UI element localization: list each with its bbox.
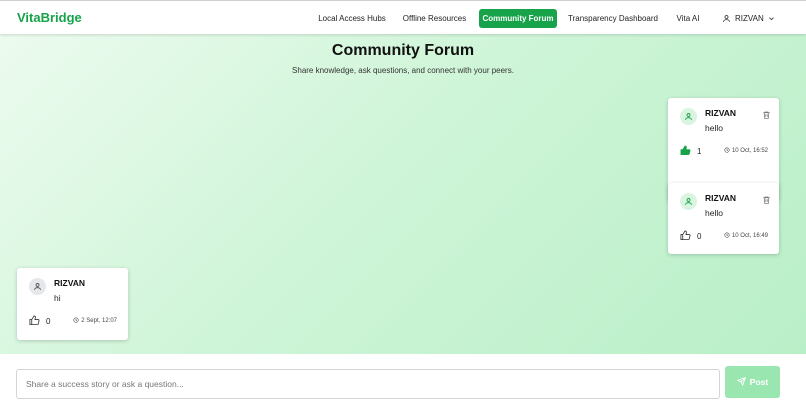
nav-vita-ai[interactable]: Vita AI bbox=[670, 9, 706, 28]
post-button-label: Post bbox=[749, 377, 769, 387]
like-button[interactable]: 0 bbox=[29, 315, 50, 328]
user-icon bbox=[33, 278, 42, 296]
clock-icon bbox=[724, 232, 730, 240]
composer-bar: Post bbox=[0, 354, 806, 410]
post-text: hi bbox=[54, 293, 61, 303]
forum-main: Community Forum Share knowledge, ask que… bbox=[0, 34, 806, 354]
avatar bbox=[680, 108, 697, 125]
like-count: 0 bbox=[697, 232, 702, 241]
clock-icon bbox=[724, 147, 730, 155]
user-icon bbox=[684, 193, 693, 211]
send-icon bbox=[736, 376, 746, 388]
thumbs-up-icon bbox=[680, 145, 691, 158]
avatar bbox=[29, 278, 46, 295]
like-count: 1 bbox=[697, 147, 702, 156]
page-subtitle: Share knowledge, ask questions, and conn… bbox=[292, 66, 514, 75]
clock-icon bbox=[73, 317, 79, 325]
thumbs-up-icon bbox=[680, 230, 691, 243]
post-author: RIZVAN bbox=[705, 193, 737, 203]
user-name: RIZVAN bbox=[735, 14, 764, 23]
post-button[interactable]: Post bbox=[725, 366, 780, 398]
avatar bbox=[680, 193, 697, 210]
brand-logo[interactable]: VitaBridge bbox=[17, 10, 82, 25]
post-timestamp: 2 Sept, 12:07 bbox=[73, 317, 117, 325]
top-navigation-bar: VitaBridge Local Access Hubs Offline Res… bbox=[0, 0, 806, 34]
post-card: RIZVAN hello 0 10 Oct, 16:49 bbox=[668, 183, 779, 254]
post-time-text: 10 Oct, 16:49 bbox=[731, 233, 768, 239]
nav-offline-resources[interactable]: Offline Resources bbox=[398, 9, 471, 28]
like-count: 0 bbox=[46, 317, 51, 326]
nav-transparency-dashboard[interactable]: Transparency Dashboard bbox=[566, 9, 660, 28]
post-time-text: 10 Oct, 16:52 bbox=[731, 148, 768, 154]
like-button[interactable]: 1 bbox=[680, 145, 701, 158]
thumbs-up-icon bbox=[29, 315, 40, 328]
user-icon bbox=[722, 14, 731, 23]
user-menu[interactable]: RIZVAN bbox=[722, 9, 775, 28]
post-time-text: 2 Sept, 12:07 bbox=[81, 318, 117, 324]
post-text: hello bbox=[705, 208, 723, 218]
nav-local-access-hubs[interactable]: Local Access Hubs bbox=[313, 9, 391, 28]
post-timestamp: 10 Oct, 16:52 bbox=[724, 147, 768, 155]
post-card: RIZVAN hi 0 2 Sept, 12:07 bbox=[17, 268, 128, 340]
post-text: hello bbox=[705, 123, 723, 133]
chevron-down-icon bbox=[768, 15, 775, 22]
user-icon bbox=[684, 108, 693, 126]
nav-community-forum[interactable]: Community Forum bbox=[479, 9, 557, 28]
post-composer-input[interactable] bbox=[16, 369, 720, 399]
post-timestamp: 10 Oct, 16:49 bbox=[724, 232, 768, 240]
like-button[interactable]: 0 bbox=[680, 230, 701, 243]
page-title: Community Forum bbox=[331, 42, 475, 59]
trash-icon[interactable] bbox=[762, 107, 771, 125]
trash-icon[interactable] bbox=[762, 192, 771, 210]
post-author: RIZVAN bbox=[54, 278, 86, 288]
post-author: RIZVAN bbox=[705, 108, 737, 118]
